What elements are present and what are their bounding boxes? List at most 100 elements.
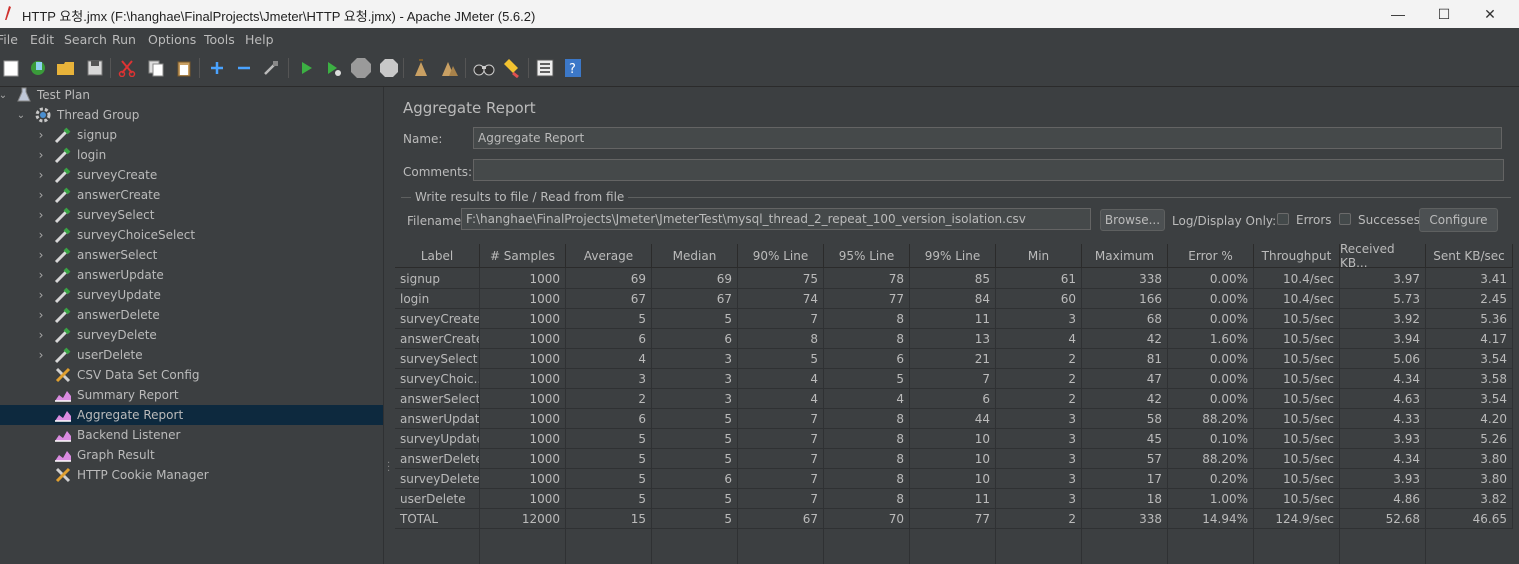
tree-item-thread-group[interactable]: ⌄ Thread Group [0, 105, 383, 125]
column-header[interactable]: Maximum [1082, 244, 1168, 268]
open-icon[interactable] [55, 57, 77, 79]
tree-item-sampler[interactable]: › answerCreate [0, 185, 383, 205]
help-icon[interactable]: ? [562, 57, 584, 79]
reset-search-icon[interactable] [500, 57, 522, 79]
column-header[interactable]: 90% Line [738, 244, 824, 268]
close-button[interactable]: ✕ [1467, 0, 1513, 28]
tree-item-element[interactable]: HTTP Cookie Manager [0, 465, 383, 485]
table-row[interactable]: surveyUpdate 1000 5 5 7 8 10 3 45 0.10% 10.5/sec 3.… [395, 429, 1519, 449]
table-row[interactable]: login 1000 67 67 74 77 84 60 166 0.00% 10.4/sec 5.7… [395, 289, 1519, 309]
paste-icon[interactable] [173, 57, 195, 79]
column-header[interactable]: 99% Line [910, 244, 996, 268]
tree-item-sampler[interactable]: › surveyUpdate [0, 285, 383, 305]
successes-checkbox[interactable] [1339, 213, 1351, 225]
browse-button[interactable]: Browse... [1100, 209, 1165, 231]
table-cell: 7 [910, 369, 996, 389]
new-icon[interactable] [0, 57, 22, 79]
name-field[interactable]: Aggregate Report [473, 127, 1502, 149]
column-header[interactable]: Label [395, 244, 480, 268]
chevron-right-icon[interactable]: › [36, 268, 46, 282]
comments-field[interactable] [473, 159, 1504, 181]
menu-run[interactable]: Run [112, 32, 142, 47]
drag-handle-icon[interactable]: · · · [387, 459, 390, 477]
tree-item-sampler[interactable]: › answerSelect [0, 245, 383, 265]
chevron-down-icon[interactable]: ⌄ [16, 110, 26, 121]
expand-icon[interactable] [206, 57, 228, 79]
table-row[interactable]: answerUpdate 1000 6 5 7 8 44 3 58 88.20% 10.5/sec 4… [395, 409, 1519, 429]
tree-item-sampler[interactable]: › userDelete [0, 345, 383, 365]
copy-icon[interactable] [145, 57, 167, 79]
tree-item-sampler[interactable]: › answerDelete [0, 305, 383, 325]
cut-icon[interactable] [116, 57, 138, 79]
save-icon[interactable] [84, 57, 106, 79]
column-header[interactable]: # Samples [480, 244, 566, 268]
table-row[interactable]: answerCreate 1000 6 6 8 8 13 4 42 1.60% 10.5/sec 3.… [395, 329, 1519, 349]
column-header[interactable]: Min [996, 244, 1082, 268]
tree-item-element[interactable]: Backend Listener [0, 425, 383, 445]
start-no-pause-icon[interactable] [322, 57, 344, 79]
table-row[interactable]: answerDelete 1000 5 5 7 8 10 3 57 88.20% 10.5/sec 4… [395, 449, 1519, 469]
table-row[interactable]: signup 1000 69 69 75 78 85 61 338 0.00% 10.4/sec 3.… [395, 269, 1519, 289]
tree-item-sampler[interactable]: › login [0, 145, 383, 165]
table-row[interactable]: answerSelect 1000 2 3 4 4 6 2 42 0.00% 10.5/sec 4.6… [395, 389, 1519, 409]
minimize-button[interactable]: — [1375, 0, 1421, 28]
tree-item-element[interactable]: Summary Report [0, 385, 383, 405]
chevron-right-icon[interactable]: › [36, 248, 46, 262]
chevron-right-icon[interactable]: › [36, 308, 46, 322]
templates-icon[interactable] [27, 57, 49, 79]
menu-options[interactable]: Options [148, 32, 202, 47]
configure-button[interactable]: Configure [1419, 208, 1498, 232]
table-row[interactable]: surveyDelete 1000 5 6 7 8 10 3 17 0.20% 10.5/sec 3.… [395, 469, 1519, 489]
stop-icon[interactable] [350, 57, 372, 79]
column-header[interactable]: Error % [1168, 244, 1254, 268]
clear-icon[interactable] [410, 57, 432, 79]
table-row[interactable]: surveySelect 1000 4 3 5 6 21 2 81 0.00% 10.5/sec 5.… [395, 349, 1519, 369]
shutdown-icon[interactable] [378, 57, 400, 79]
collapse-icon[interactable] [233, 57, 255, 79]
menu-file[interactable]: File [0, 32, 24, 47]
tree-item-element[interactable]: Graph Result [0, 445, 383, 465]
menu-search[interactable]: Search [64, 32, 113, 47]
tree-item-sampler[interactable]: › surveyCreate [0, 165, 383, 185]
tree-item-sampler[interactable]: › signup [0, 125, 383, 145]
tree-item-sampler[interactable]: › answerUpdate [0, 265, 383, 285]
table-row[interactable]: surveyCreate 1000 5 5 7 8 11 3 68 0.00% 10.5/sec 3.… [395, 309, 1519, 329]
column-header[interactable]: Sent KB/sec [1426, 244, 1513, 268]
menu-edit[interactable]: Edit [30, 32, 60, 47]
chevron-right-icon[interactable]: › [36, 148, 46, 162]
table-row[interactable]: surveyChoic... 1000 3 3 4 5 7 2 47 0.00% 10.5/sec 4… [395, 369, 1519, 389]
toggle-icon[interactable] [260, 57, 282, 79]
column-header[interactable]: Received KB... [1340, 242, 1426, 270]
errors-checkbox[interactable] [1277, 213, 1289, 225]
chevron-down-icon[interactable]: ⌄ [0, 90, 8, 101]
maximize-button[interactable]: ☐ [1421, 0, 1467, 28]
table-row[interactable]: TOTAL 12000 15 5 67 70 77 2 338 14.94% 124.9/sec 52… [395, 509, 1519, 529]
tree-item-element[interactable]: CSV Data Set Config [0, 365, 383, 385]
start-icon[interactable] [295, 57, 317, 79]
tree-item-sampler[interactable]: › surveyChoiceSelect [0, 225, 383, 245]
chevron-right-icon[interactable]: › [36, 128, 46, 142]
chevron-right-icon[interactable]: › [36, 168, 46, 182]
tree-item-element[interactable]: Aggregate Report [0, 405, 383, 425]
search-icon[interactable] [473, 57, 495, 79]
menu-help[interactable]: Help [245, 32, 280, 47]
clear-all-icon[interactable] [438, 57, 460, 79]
menu-tools[interactable]: Tools [204, 32, 241, 47]
chevron-right-icon[interactable]: › [36, 328, 46, 342]
tree-item-sampler[interactable]: › surveyDelete [0, 325, 383, 345]
chevron-right-icon[interactable]: › [36, 208, 46, 222]
column-header[interactable]: Median [652, 244, 738, 268]
chevron-right-icon[interactable]: › [36, 228, 46, 242]
column-header[interactable]: Throughput [1254, 244, 1340, 268]
function-helper-icon[interactable] [534, 57, 556, 79]
table-row[interactable]: userDelete 1000 5 5 7 8 11 3 18 1.00% 10.5/sec 4.86… [395, 489, 1519, 509]
chevron-right-icon[interactable]: › [36, 288, 46, 302]
tree-item-sampler[interactable]: › surveySelect [0, 205, 383, 225]
column-header[interactable]: Average [566, 244, 652, 268]
table-cell: 3.80 [1426, 469, 1513, 489]
chevron-right-icon[interactable]: › [36, 188, 46, 202]
tree-item-test-plan[interactable]: ⌄ Test Plan [0, 85, 383, 105]
chevron-right-icon[interactable]: › [36, 348, 46, 362]
filename-field[interactable]: F:\hanghae\FinalProjects\Jmeter\JmeterTe… [461, 208, 1091, 230]
column-header[interactable]: 95% Line [824, 244, 910, 268]
